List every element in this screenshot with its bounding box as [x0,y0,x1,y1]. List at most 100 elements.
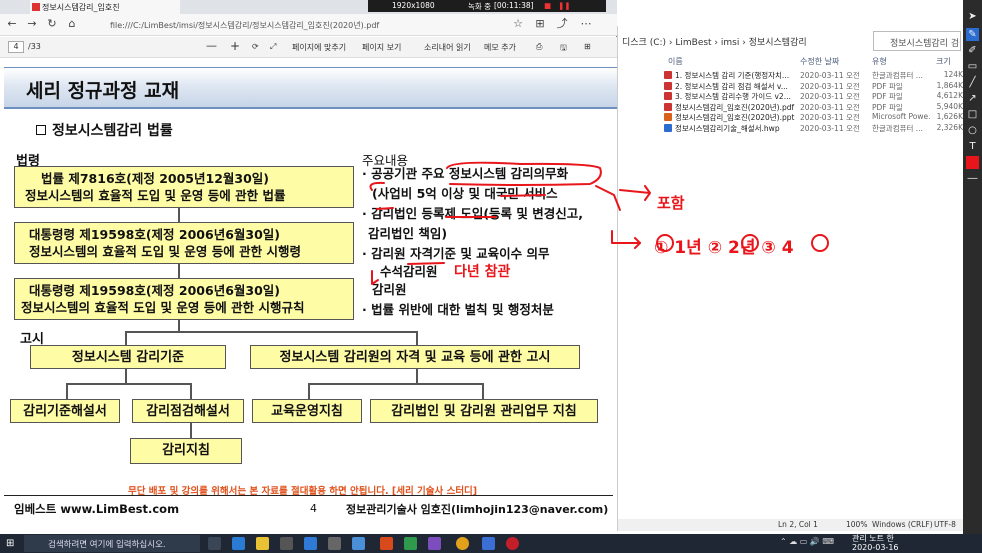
recorder-icon[interactable] [506,537,519,550]
explorer-file-list: 1. 정보시스템 감리 기준(행정자치...2020-03-11 오전 ...한… [618,70,965,133]
explorer-icon[interactable] [256,537,269,550]
page-view-button[interactable]: 페이지 보기 [362,42,401,53]
settings-icon[interactable] [328,537,341,550]
collections-icon[interactable]: ⊞ [534,18,546,30]
connector [482,383,484,399]
browser-tab[interactable]: 정보시스템감리_임호진 [30,0,180,14]
width-tool-icon[interactable]: ― [966,172,979,185]
back-icon[interactable]: ← [6,18,18,30]
sub-box-check-guide: 감리점검해설서 [132,399,244,423]
color-swatch[interactable] [966,156,979,169]
recorder-bar: 1920x1080 녹화 중 [00:11:38] ■ ❚❚ [368,0,606,12]
page-number-input[interactable]: 4 [8,41,24,53]
chrome-icon[interactable] [456,537,469,550]
notice-box-qualification: 정보시스템 감리원의 자격 및 교육 등에 관한 고시 [250,345,580,369]
notice-box-standard: 정보시스템 감리기준 [30,345,226,369]
word-icon[interactable] [352,537,365,550]
read-aloud-button[interactable]: 소리내어 읽기 [424,42,471,53]
app-icon[interactable] [482,537,495,550]
desktop: 디스크 (C:) › LimBest › imsi › 정보시스템감리 정보시스… [0,0,982,553]
file-icon [664,71,672,79]
sub-box-education: 교육운영지침 [252,399,362,423]
navigation-bar: ← → ↻ ⌂ file:///C:/LimBest/imsi/정보시스템감리/… [0,14,617,36]
file-row[interactable]: 1. 정보시스템 감리 기준(행정자치...2020-03-11 오전 ...한… [618,70,965,81]
explorer-address-bar[interactable]: 디스크 (C:) › LimBest › imsi › 정보시스템감리 정보시스… [618,30,965,52]
refresh-icon[interactable]: ↻ [46,18,58,30]
pdf-icon [32,3,40,11]
address-bar[interactable]: file:///C:/LimBest/imsi/정보시스템감리/정보시스템감리_… [98,17,498,33]
marker-tool-icon[interactable]: ✐ [966,44,979,57]
excel-icon[interactable] [404,537,417,550]
content-item: 수석감리원 [380,264,438,279]
connector [308,383,310,399]
ellipse-tool-icon[interactable]: ○ [966,124,979,137]
checkbox-bullet-icon [36,125,46,135]
file-row[interactable]: 정보시스템감리_임호진(2020년).ppt2020-03-11 오전 ...M… [618,112,965,123]
rect-tool-icon[interactable]: □ [966,108,979,121]
pen-tool-icon[interactable]: ✎ [966,28,979,41]
editor-status-bar: Ln 2, Col 1 100% Windows (CRLF) UTF-8 [618,519,965,531]
col-date[interactable]: 수정한 날짜 [800,56,839,67]
file-row[interactable]: 2. 정보시스템 감리 점검 해설서 v...2020-03-11 오전 ...… [618,81,965,92]
fit-page-button[interactable]: 페이지에 맞추기 [292,42,346,53]
sub-box-management: 감리법인 및 감리원 관리업무 지침 [370,399,598,423]
section-heading: 정보시스템감리 법률 [36,120,173,140]
add-note-button[interactable]: 메모 추가 [484,42,516,53]
pdf-page: 세리 정규과정 교재 정보시스템감리 법률 법령 주요내용 법률 제7816호(… [0,58,617,534]
content-item: 감리법인 책임) [368,226,448,241]
pin-icon[interactable]: ⊞ [584,42,591,51]
eraser-tool-icon[interactable]: ▭ [966,60,979,73]
store-icon[interactable] [280,537,293,550]
clock[interactable]: 관리 노트 한 2020-03-16 [852,534,899,552]
forward-icon[interactable]: → [26,18,38,30]
windows-start-icon[interactable]: ⊞ [6,538,17,549]
more-icon[interactable]: ⋯ [580,18,592,30]
edge-icon[interactable] [232,537,245,550]
file-row[interactable]: 정보시스템감리기술_해설서.hwp2020-03-11 오전 ...한글과컴퓨터… [618,123,965,134]
home-icon[interactable]: ⌂ [66,18,78,30]
connector [66,383,190,385]
text-tool-icon[interactable]: T [966,140,979,153]
file-icon [664,113,672,121]
cursor-tool-icon[interactable]: ➤ [966,10,979,23]
law-box-decree: 대통령령 제19598호(제정 2006년6월30일) 정보시스템의 효율적 도… [14,222,354,264]
taskbar-search-input[interactable]: 검색하려면 여기에 입력하십시오. [24,535,200,552]
connector [66,383,68,399]
system-tray[interactable]: ⌃ ☁ ▭ 🔊 ⌨ [780,537,834,546]
task-view-icon[interactable] [208,537,221,550]
office-icon[interactable] [380,537,393,550]
col-name[interactable]: 이름 [668,56,683,67]
col-type[interactable]: 유형 [872,56,887,67]
arrow-tool-icon[interactable]: ↗ [966,92,979,105]
footer-page-number: 4 [310,502,317,515]
share-icon[interactable]: ⤴ [556,18,568,30]
pdf-toolbar: 4 /33 — + ⟳ ⤢ 페이지에 맞추기 페이지 보기 소리내어 읽기 메모… [0,37,617,58]
rotate-icon[interactable]: ⟳ [252,42,259,51]
taskbar: ⊞ 검색하려면 여기에 입력하십시오. ⌃ ☁ ▭ 🔊 ⌨ 관리 노트 한 20… [0,534,982,553]
col-size[interactable]: 크기 [936,56,951,67]
zoom-in-button[interactable]: + [230,39,240,53]
file-row[interactable]: 3. 정보시스템 감리수행 가이드 v2...2020-03-11 오전 ...… [618,91,965,102]
file-explorer-window: 디스크 (C:) › LimBest › imsi › 정보시스템감리 정보시스… [617,26,965,531]
connector [190,423,192,438]
connector [178,208,180,222]
print-icon[interactable]: ⎙ [536,42,542,52]
sub-box-standard-guide: 감리기준해설서 [10,399,120,423]
record-pause-icon[interactable]: ❚❚ [558,1,571,10]
draw-icon[interactable]: ⤢ [270,42,276,52]
onenote-icon[interactable] [428,537,441,550]
mail-icon[interactable] [304,537,317,550]
zoom-out-button[interactable]: — [206,39,217,52]
file-icon [664,92,672,100]
file-icon [664,123,672,132]
explorer-search-input[interactable]: 정보시스템감리 검색 [873,31,961,51]
line-tool-icon[interactable]: ╱ [966,76,979,89]
law-box-rules: 대통령령 제19598호(제정 2006년6월30일) 정보시스템의 효율적 도… [14,278,354,320]
save-icon[interactable]: 🖫 [560,42,567,56]
connector [125,331,417,333]
favorite-icon[interactable]: ☆ [512,18,524,30]
file-row[interactable]: 정보시스템감리_임호진(2020년).pdf2020-03-11 오전 ...P… [618,102,965,113]
tab-bar: 정보시스템감리_임호진 1920x1080 녹화 중 [00:11:38] ■ … [0,0,617,14]
record-stop-icon[interactable]: ■ [544,1,551,10]
explorer-path[interactable]: 디스크 (C:) › LimBest › imsi › 정보시스템감리 [622,35,807,48]
